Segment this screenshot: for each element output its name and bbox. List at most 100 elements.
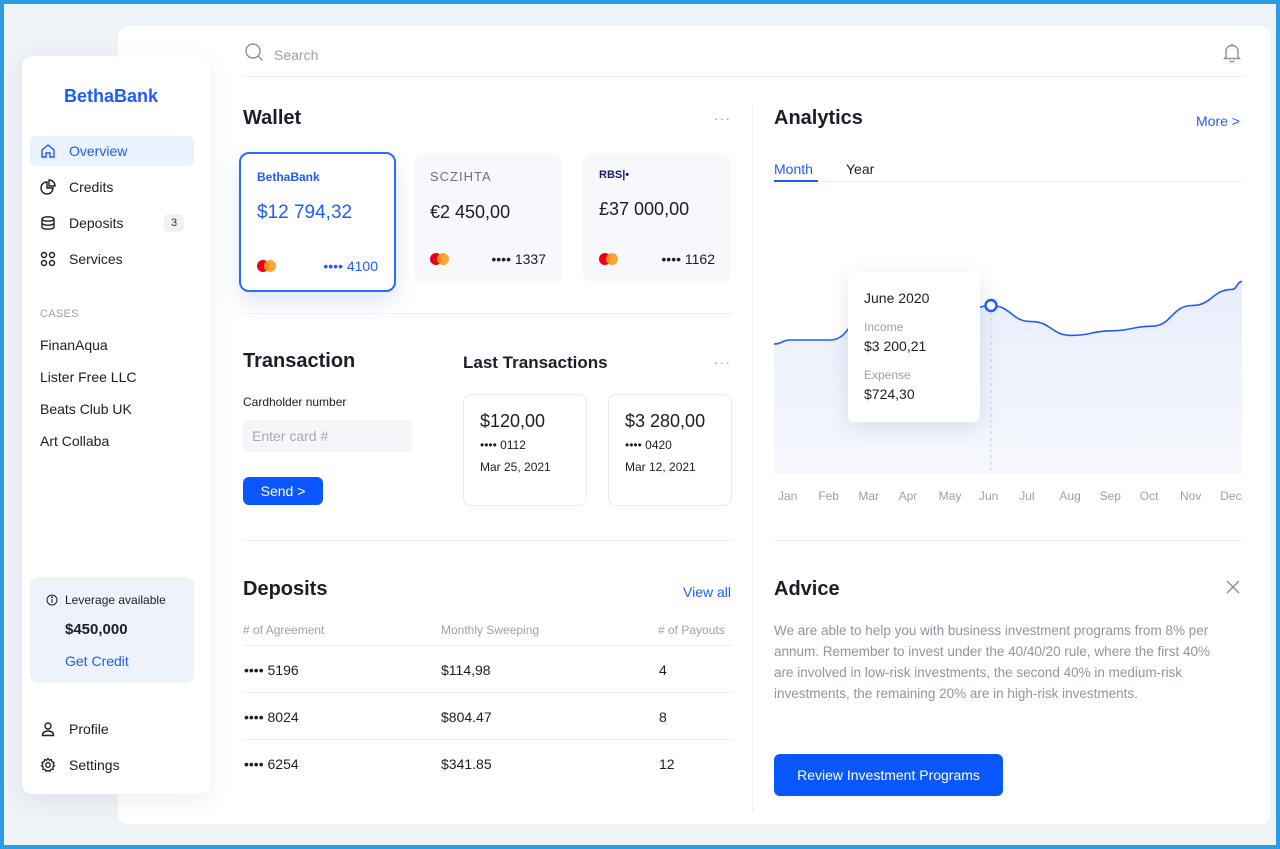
month-label: Apr <box>898 489 918 503</box>
monthly-sweeping: $114,98 <box>441 662 491 678</box>
card-number: •••• 4100 <box>323 258 378 274</box>
card-number: •••• 1162 <box>661 251 715 267</box>
sidebar-item-services[interactable]: Services <box>30 244 194 274</box>
review-investment-programs-button[interactable]: Review Investment Programs <box>774 754 1003 796</box>
card-brand: SCZIHTA <box>430 169 492 184</box>
header-divider <box>242 76 1244 77</box>
analytics-title: Analytics <box>774 107 863 129</box>
search-icon <box>244 42 264 67</box>
card-number-input[interactable] <box>242 420 412 452</box>
app-logo: BethaBank <box>63 86 159 106</box>
user-icon <box>40 721 56 737</box>
card-footer: •••• 4100 <box>257 258 378 274</box>
wallet-card[interactable]: SCZIHTA €2 450,00 •••• 1337 <box>414 153 562 283</box>
card-brand: BethaBank <box>257 170 320 184</box>
payouts-count: 4 <box>659 662 667 678</box>
sidebar-item-label: Settings <box>69 757 120 773</box>
sidebar-bottom-nav: Profile Settings <box>30 714 194 786</box>
card-balance: €2 450,00 <box>430 202 511 222</box>
month-label: Dec <box>1220 489 1242 503</box>
info-icon <box>46 594 58 606</box>
grid-icon <box>40 251 56 267</box>
card-footer: •••• 1337 <box>430 251 546 267</box>
transaction-amount: $3 280,00 <box>625 411 706 431</box>
month-label: Jan <box>778 489 798 503</box>
wallet-more-button[interactable]: ··· <box>714 110 731 126</box>
sidebar-item-settings[interactable]: Settings <box>30 750 194 780</box>
view-all-link[interactable]: View all <box>683 584 731 600</box>
sidebar-item-label: Credits <box>69 179 114 195</box>
cardholder-label: Cardholder number <box>243 395 347 409</box>
close-icon[interactable] <box>1226 580 1240 599</box>
case-item[interactable]: FinanAqua <box>40 336 136 368</box>
column-header: # of Payouts <box>658 623 725 637</box>
sidebar-item-label: Services <box>69 251 123 267</box>
payouts-count: 8 <box>659 709 667 725</box>
wallet-divider <box>242 313 732 314</box>
last-transactions-more-button[interactable]: ··· <box>714 354 731 370</box>
mastercard-icon <box>257 260 277 272</box>
wallet-title: Wallet <box>243 107 302 129</box>
sidebar-item-credits[interactable]: Credits <box>30 172 194 202</box>
deposits-count-badge: 3 <box>164 214 184 232</box>
agreement-number: •••• 8024 <box>244 709 299 725</box>
column-header: # of Agreement <box>243 623 325 637</box>
transaction-amount: $120,00 <box>480 411 546 431</box>
highlight-point[interactable] <box>984 298 998 313</box>
chart-tooltip: June 2020 Income $3 200,21 Expense $724,… <box>848 272 980 422</box>
tooltip-title: June 2020 <box>864 290 930 306</box>
leverage-label: Leverage available <box>65 593 166 607</box>
card-footer: •••• 1162 <box>599 251 715 267</box>
sidebar-item-deposits[interactable]: Deposits 3 <box>30 208 194 238</box>
analytics-more-link[interactable]: More > <box>1196 113 1240 129</box>
tab-month[interactable]: Month <box>774 161 813 177</box>
sidebar-item-profile[interactable]: Profile <box>30 714 194 744</box>
case-item[interactable]: Lister Free LLC <box>40 368 136 400</box>
get-credit-link[interactable]: Get Credit <box>65 653 194 669</box>
transaction-card-number: •••• 0112 <box>480 438 526 452</box>
bell-icon[interactable] <box>1222 42 1242 69</box>
table-row[interactable]: •••• 5196 $114,98 4 <box>244 645 732 692</box>
card-number: •••• 1337 <box>491 251 546 267</box>
sidebar-nav: Overview Credits Deposits 3 Services <box>30 136 194 280</box>
month-label: Aug <box>1059 489 1081 503</box>
search-bar[interactable] <box>244 42 574 67</box>
tab-year[interactable]: Year <box>846 161 874 177</box>
advice-text: We are able to help you with business in… <box>774 623 1210 701</box>
agreement-number: •••• 5196 <box>244 662 299 678</box>
analytics-chart[interactable] <box>774 182 1242 476</box>
transaction-divider <box>242 540 732 541</box>
column-divider <box>752 106 753 812</box>
case-item[interactable]: Art Collaba <box>40 432 136 464</box>
month-label: Oct <box>1139 489 1159 503</box>
monthly-sweeping: $341.85 <box>441 756 492 772</box>
transaction-card[interactable]: $120,00 •••• 0112 Mar 25, 2021 <box>463 394 587 506</box>
transaction-card[interactable]: $3 280,00 •••• 0420 Mar 12, 2021 <box>608 394 732 506</box>
month-label: Mar <box>858 489 880 503</box>
wallet-card[interactable]: RBS|• £37 000,00 •••• 1162 <box>583 153 731 283</box>
app-frame: BethaBank Overview Credits Deposits 3 Se… <box>0 0 1280 849</box>
sidebar-item-label: Overview <box>69 143 128 159</box>
month-label: May <box>938 489 962 503</box>
table-row[interactable]: •••• 6254 $341.85 12 <box>244 739 732 786</box>
wallet-card[interactable]: BethaBank $12 794,32 •••• 4100 <box>239 152 396 292</box>
send-button[interactable]: Send > <box>243 477 323 505</box>
sidebar-item-label: Deposits <box>69 215 124 231</box>
agreement-number: •••• 6254 <box>244 756 299 772</box>
sidebar-item-overview[interactable]: Overview <box>30 136 194 166</box>
last-transactions-title: Last Transactions <box>463 353 608 372</box>
column-header: Monthly Sweeping <box>441 623 540 637</box>
payouts-count: 12 <box>659 756 675 772</box>
leverage-box: Leverage available $450,000 Get Credit <box>30 577 194 683</box>
month-label: Nov <box>1180 489 1202 503</box>
deposits-title: Deposits <box>243 578 328 600</box>
monthly-sweeping: $804.47 <box>441 709 492 725</box>
case-item[interactable]: Beats Club UK <box>40 400 136 432</box>
month-label: Jun <box>979 489 999 503</box>
home-icon <box>40 143 56 159</box>
table-row[interactable]: •••• 8024 $804.47 8 <box>244 692 732 739</box>
search-input[interactable] <box>274 46 574 63</box>
leverage-label-row: Leverage available <box>46 593 194 607</box>
month-label: Sep <box>1099 489 1121 503</box>
month-label: Feb <box>818 489 839 503</box>
